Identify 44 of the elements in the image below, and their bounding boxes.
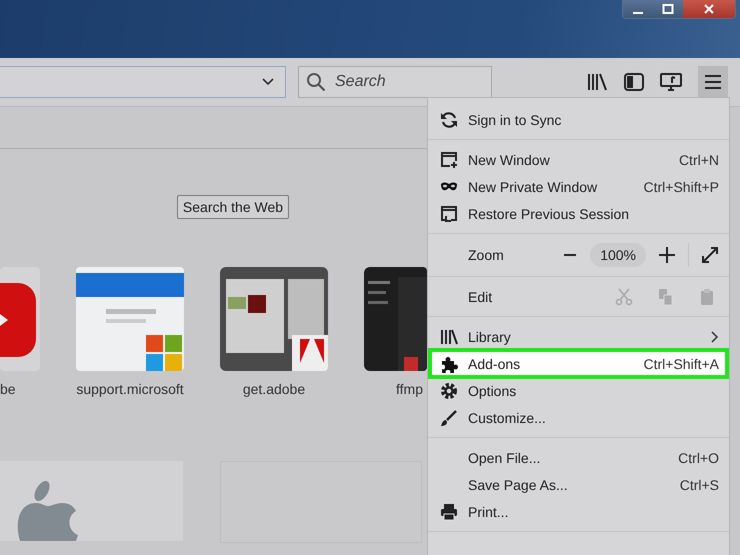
sync-icon bbox=[440, 110, 458, 128]
menu-item[interactable]: Save Page As... Ctrl+S bbox=[428, 471, 729, 498]
menu-icon bbox=[704, 74, 722, 90]
menu-item[interactable]: New Window Ctrl+N bbox=[428, 146, 729, 173]
minimize-icon bbox=[633, 12, 643, 14]
books-icon[interactable] bbox=[586, 72, 608, 92]
window-arrow-icon bbox=[440, 204, 458, 222]
close-button[interactable] bbox=[683, 0, 735, 18]
close-icon bbox=[703, 4, 715, 14]
site-label: support.microsoft bbox=[76, 381, 184, 397]
maximize-button[interactable] bbox=[653, 0, 683, 18]
site-label: get.adobe bbox=[242, 381, 306, 397]
menu-item[interactable]: Customize... bbox=[428, 404, 729, 431]
dropdown-caret-icon[interactable] bbox=[261, 77, 275, 87]
brush-icon bbox=[440, 408, 458, 426]
fullscreen-icon[interactable] bbox=[701, 246, 719, 264]
gear-icon bbox=[440, 382, 458, 400]
maximize-icon bbox=[662, 4, 674, 14]
zoom-reset-button[interactable]: 100% bbox=[590, 243, 646, 267]
address-field[interactable] bbox=[0, 66, 286, 98]
menu-item[interactable]: Sign in to Sync bbox=[428, 106, 729, 133]
menu-item[interactable]: Print... bbox=[428, 498, 729, 525]
menu-item[interactable]: Library bbox=[428, 323, 729, 350]
search-the-web-button[interactable]: Search the Web bbox=[176, 195, 290, 219]
printer-icon bbox=[440, 502, 458, 520]
plus-icon[interactable] bbox=[658, 246, 676, 264]
clipboard-icon[interactable] bbox=[699, 288, 715, 306]
menu-item[interactable]: Add-ons Ctrl+Shift+A bbox=[428, 348, 729, 379]
menu-item[interactable]: Options bbox=[428, 377, 729, 404]
window-plus-icon bbox=[440, 150, 458, 168]
site-label: ffmp bbox=[395, 381, 423, 397]
books-icon bbox=[440, 328, 458, 346]
monitor-icon[interactable] bbox=[660, 72, 682, 92]
search-field[interactable]: Search bbox=[298, 66, 492, 98]
menu-item[interactable]: Restore Previous Session bbox=[428, 200, 729, 227]
edit-label: Edit bbox=[468, 288, 492, 304]
menu-button[interactable] bbox=[698, 66, 728, 98]
site-label: be bbox=[0, 381, 16, 397]
sidebar-icon[interactable] bbox=[624, 73, 644, 91]
zoom-label: Zoom bbox=[468, 247, 504, 263]
menu-item[interactable]: Open File... Ctrl+O bbox=[428, 444, 729, 471]
minimize-button[interactable] bbox=[623, 0, 653, 18]
menu-item[interactable]: New Private Window Ctrl+Shift+P bbox=[428, 173, 729, 200]
puzzle-icon bbox=[440, 354, 458, 372]
